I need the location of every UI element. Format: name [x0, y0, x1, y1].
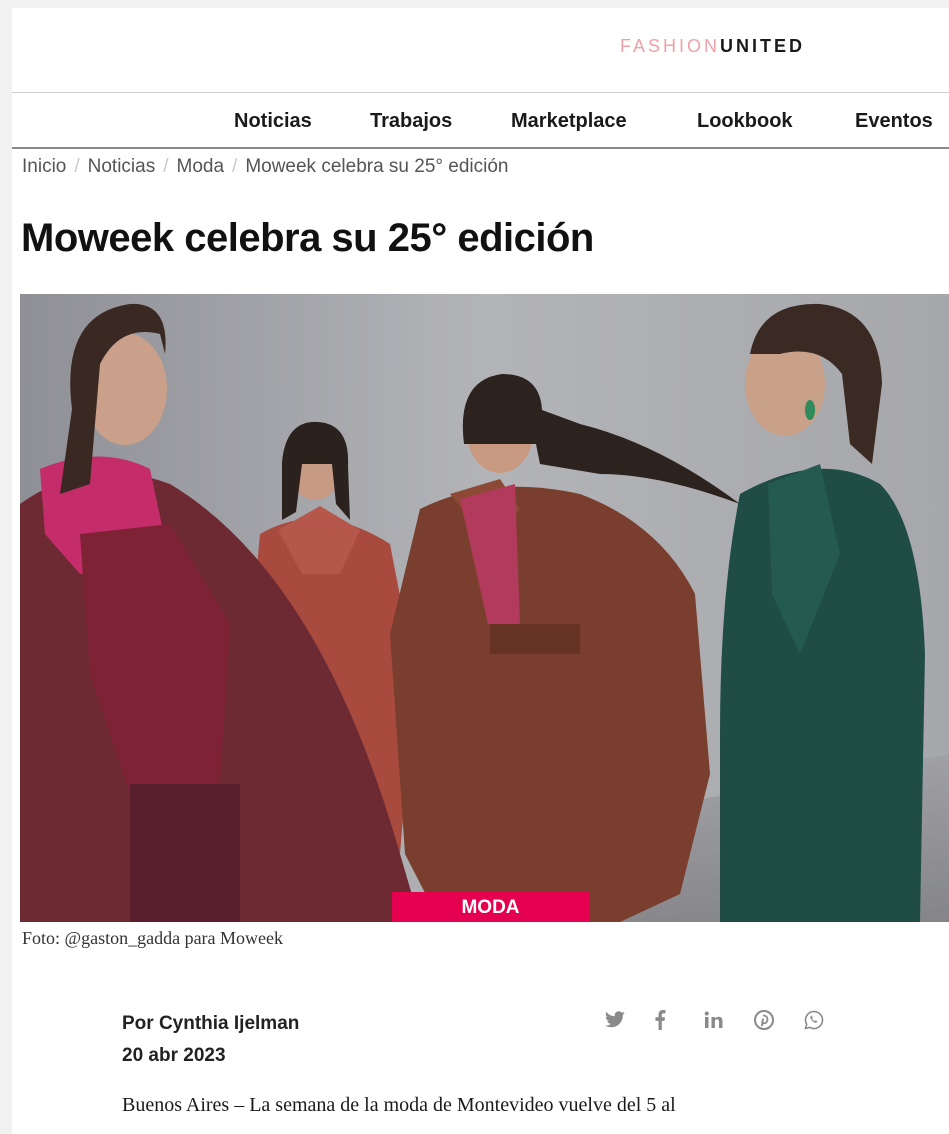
main-nav: Noticias Trabajos Marketplace Lookbook E… — [12, 104, 949, 148]
publish-date: 20 abr 2023 — [122, 1045, 226, 1066]
nav-item-lookbook[interactable]: Lookbook — [697, 110, 793, 133]
pinterest-icon[interactable] — [754, 1006, 804, 1034]
twitter-icon[interactable] — [604, 1006, 654, 1034]
logo-part-united: UNITED — [720, 36, 806, 56]
whatsapp-icon[interactable] — [804, 1006, 854, 1034]
nav-item-marketplace[interactable]: Marketplace — [511, 110, 627, 133]
nav-item-noticias[interactable]: Noticias — [234, 110, 312, 133]
hero-photo-illustration — [20, 294, 949, 922]
facebook-icon[interactable] — [654, 1006, 704, 1034]
share-bar — [604, 1006, 854, 1034]
breadcrumb-moda[interactable]: Moda — [177, 156, 225, 177]
breadcrumb: Inicio / Noticias / Moda / Moweek celebra su 2… — [22, 156, 509, 178]
breadcrumb-separator: / — [232, 156, 238, 177]
site-logo[interactable]: FASHIONUNITED — [620, 36, 805, 57]
nav-item-trabajos[interactable]: Trabajos — [370, 110, 452, 133]
page: FASHIONUNITED Noticias Trabajos Marketpl… — [12, 8, 949, 1134]
article-title: Moweek celebra su 25° edición — [21, 216, 594, 260]
nav-divider — [12, 147, 949, 149]
hero-image — [20, 294, 949, 922]
breadcrumb-inicio[interactable]: Inicio — [22, 156, 66, 177]
byline: Por Cynthia Ijelman 20 abr 2023 — [122, 1008, 299, 1072]
nav-item-eventos[interactable]: Eventos — [855, 110, 933, 133]
breadcrumb-separator: / — [163, 156, 169, 177]
linkedin-icon[interactable] — [704, 1006, 754, 1034]
breadcrumb-separator: / — [74, 156, 80, 177]
logo-part-fashion: FASHION — [620, 36, 721, 56]
author-name[interactable]: Por Cynthia Ijelman — [122, 1008, 299, 1040]
header-divider — [12, 92, 949, 93]
breadcrumb-noticias[interactable]: Noticias — [88, 156, 156, 177]
article-body-paragraph: Buenos Aires – La semana de la moda de M… — [122, 1094, 676, 1116]
breadcrumb-current: Moweek celebra su 25° edición — [245, 156, 509, 177]
photo-caption: Foto: @gaston_gadda para Moweek — [22, 928, 284, 948]
category-badge[interactable]: MODA — [392, 892, 589, 922]
